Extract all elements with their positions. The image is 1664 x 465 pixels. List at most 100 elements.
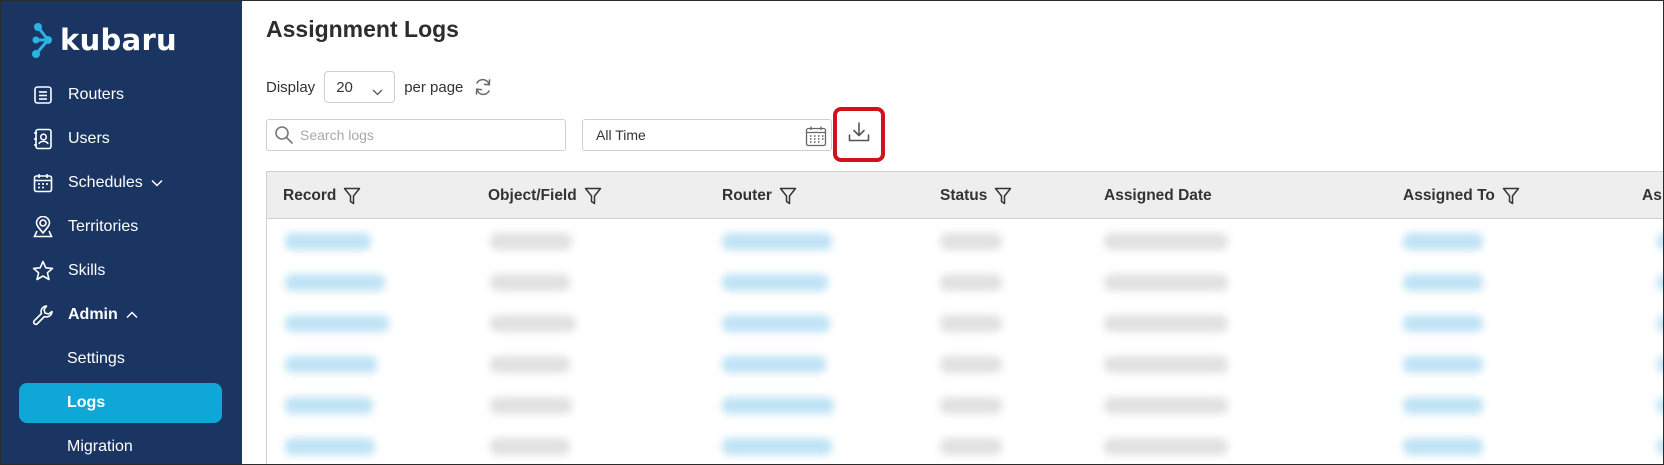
redacted-cell[interactable] [285, 438, 375, 455]
column-label: Record [283, 186, 337, 204]
star-icon [32, 260, 54, 282]
redacted-cell[interactable] [722, 356, 826, 373]
redacted-cell [940, 438, 1002, 455]
column-label: Assigned To [1403, 186, 1495, 204]
filter-icon[interactable] [1502, 187, 1520, 205]
refresh-icon[interactable] [473, 77, 493, 97]
display-label: Display [266, 78, 316, 96]
column-label: As [1642, 186, 1662, 204]
redacted-cell[interactable] [285, 356, 377, 373]
redacted-cell [1104, 233, 1228, 250]
main-content: Assignment Logs Display 20 per page All … [242, 0, 1664, 465]
redacted-cell[interactable] [722, 397, 834, 414]
logs-table: Record Object/Field Router Status Assign… [266, 171, 1664, 465]
search-icon [274, 125, 294, 145]
sidebar-item-routers[interactable]: Routers [0, 76, 242, 114]
sidebar-item-territories[interactable]: Territories [0, 208, 242, 246]
redacted-cell [940, 397, 1002, 414]
column-header-object-field: Object/Field [488, 172, 602, 219]
sidebar-item-logs[interactable]: Logs [19, 383, 222, 423]
map-pin-person-icon [32, 216, 54, 238]
download-button[interactable] [844, 120, 874, 150]
redacted-cell [490, 356, 570, 373]
sidebar-item-label: Admin [68, 306, 118, 323]
table-row[interactable] [267, 426, 1664, 465]
redacted-cell [940, 274, 1002, 291]
per-page-select[interactable]: 20 [324, 71, 396, 103]
redacted-cell[interactable] [1657, 315, 1664, 332]
pagination-controls: Display 20 per page [266, 71, 493, 103]
sidebar-item-label: Users [68, 130, 110, 147]
sidebar: kubaru Routers Users Schedules Territori… [0, 0, 242, 465]
redacted-cell [1104, 397, 1228, 414]
date-range-value: All Time [596, 127, 646, 143]
redacted-cell [1104, 438, 1228, 455]
contacts-book-icon [32, 128, 54, 150]
logo: kubaru [30, 20, 177, 60]
page-title: Assignment Logs [266, 16, 459, 42]
filter-icon[interactable] [343, 187, 361, 205]
redacted-cell[interactable] [285, 315, 389, 332]
sidebar-item-label: Territories [68, 218, 139, 235]
redacted-cell[interactable] [1403, 438, 1483, 455]
column-label: Object/Field [488, 186, 577, 204]
table-row[interactable] [267, 262, 1664, 303]
sidebar-item-users[interactable]: Users [0, 120, 242, 158]
table-row[interactable] [267, 303, 1664, 344]
sidebar-item-schedules[interactable]: Schedules [0, 164, 242, 202]
redacted-cell [1104, 274, 1228, 291]
column-header-truncated: As [1642, 172, 1662, 219]
redacted-cell[interactable] [1657, 274, 1664, 291]
table-row[interactable] [267, 221, 1664, 262]
redacted-cell [490, 438, 570, 455]
filter-icon[interactable] [584, 187, 602, 205]
sidebar-item-settings[interactable]: Settings [19, 339, 222, 379]
calendar-icon[interactable] [805, 125, 827, 147]
redacted-cell [1104, 315, 1228, 332]
kubaru-logo-icon [30, 21, 60, 59]
redacted-cell [490, 315, 576, 332]
redacted-cell[interactable] [1403, 274, 1483, 291]
filter-icon[interactable] [994, 187, 1012, 205]
sidebar-item-label: Skills [68, 262, 106, 279]
redacted-cell[interactable] [1403, 356, 1483, 373]
table-header: Record Object/Field Router Status Assign… [267, 172, 1664, 219]
sidebar-item-label: Schedules [68, 174, 143, 191]
redacted-cell[interactable] [1403, 397, 1483, 414]
chevron-up-icon [126, 309, 138, 321]
redacted-cell[interactable] [285, 397, 373, 414]
redacted-cell[interactable] [1657, 233, 1664, 250]
sidebar-item-label: Logs [67, 394, 106, 411]
per-page-label: per page [404, 78, 464, 96]
column-header-record: Record [283, 172, 361, 219]
redacted-cell [940, 315, 1002, 332]
filter-icon[interactable] [779, 187, 797, 205]
redacted-cell[interactable] [285, 233, 371, 250]
redacted-cell[interactable] [1657, 397, 1664, 414]
table-row[interactable] [267, 344, 1664, 385]
redacted-cell [1104, 356, 1228, 373]
redacted-cell[interactable] [1403, 233, 1483, 250]
redacted-cell [940, 233, 1002, 250]
redacted-cell[interactable] [722, 315, 830, 332]
column-label: Assigned Date [1104, 186, 1212, 204]
redacted-cell[interactable] [1403, 315, 1483, 332]
date-range-picker[interactable]: All Time [582, 119, 832, 151]
sidebar-item-admin[interactable]: Admin [0, 296, 242, 334]
redacted-cell[interactable] [722, 233, 832, 250]
redacted-cell[interactable] [1657, 438, 1664, 455]
redacted-cell[interactable] [722, 274, 828, 291]
column-header-assigned-date: Assigned Date [1104, 172, 1212, 219]
sidebar-item-migration[interactable]: Migration [19, 427, 222, 465]
redacted-cell[interactable] [285, 274, 385, 291]
calendar-icon [32, 172, 54, 194]
redacted-cell [490, 397, 572, 414]
redacted-cell[interactable] [1657, 356, 1664, 373]
redacted-cell[interactable] [722, 438, 832, 455]
redacted-cell [940, 356, 1002, 373]
table-row[interactable] [267, 385, 1664, 426]
sidebar-item-label: Routers [68, 86, 125, 103]
export-highlight [833, 107, 885, 162]
sidebar-item-skills[interactable]: Skills [0, 252, 242, 290]
search-input[interactable] [300, 127, 550, 143]
